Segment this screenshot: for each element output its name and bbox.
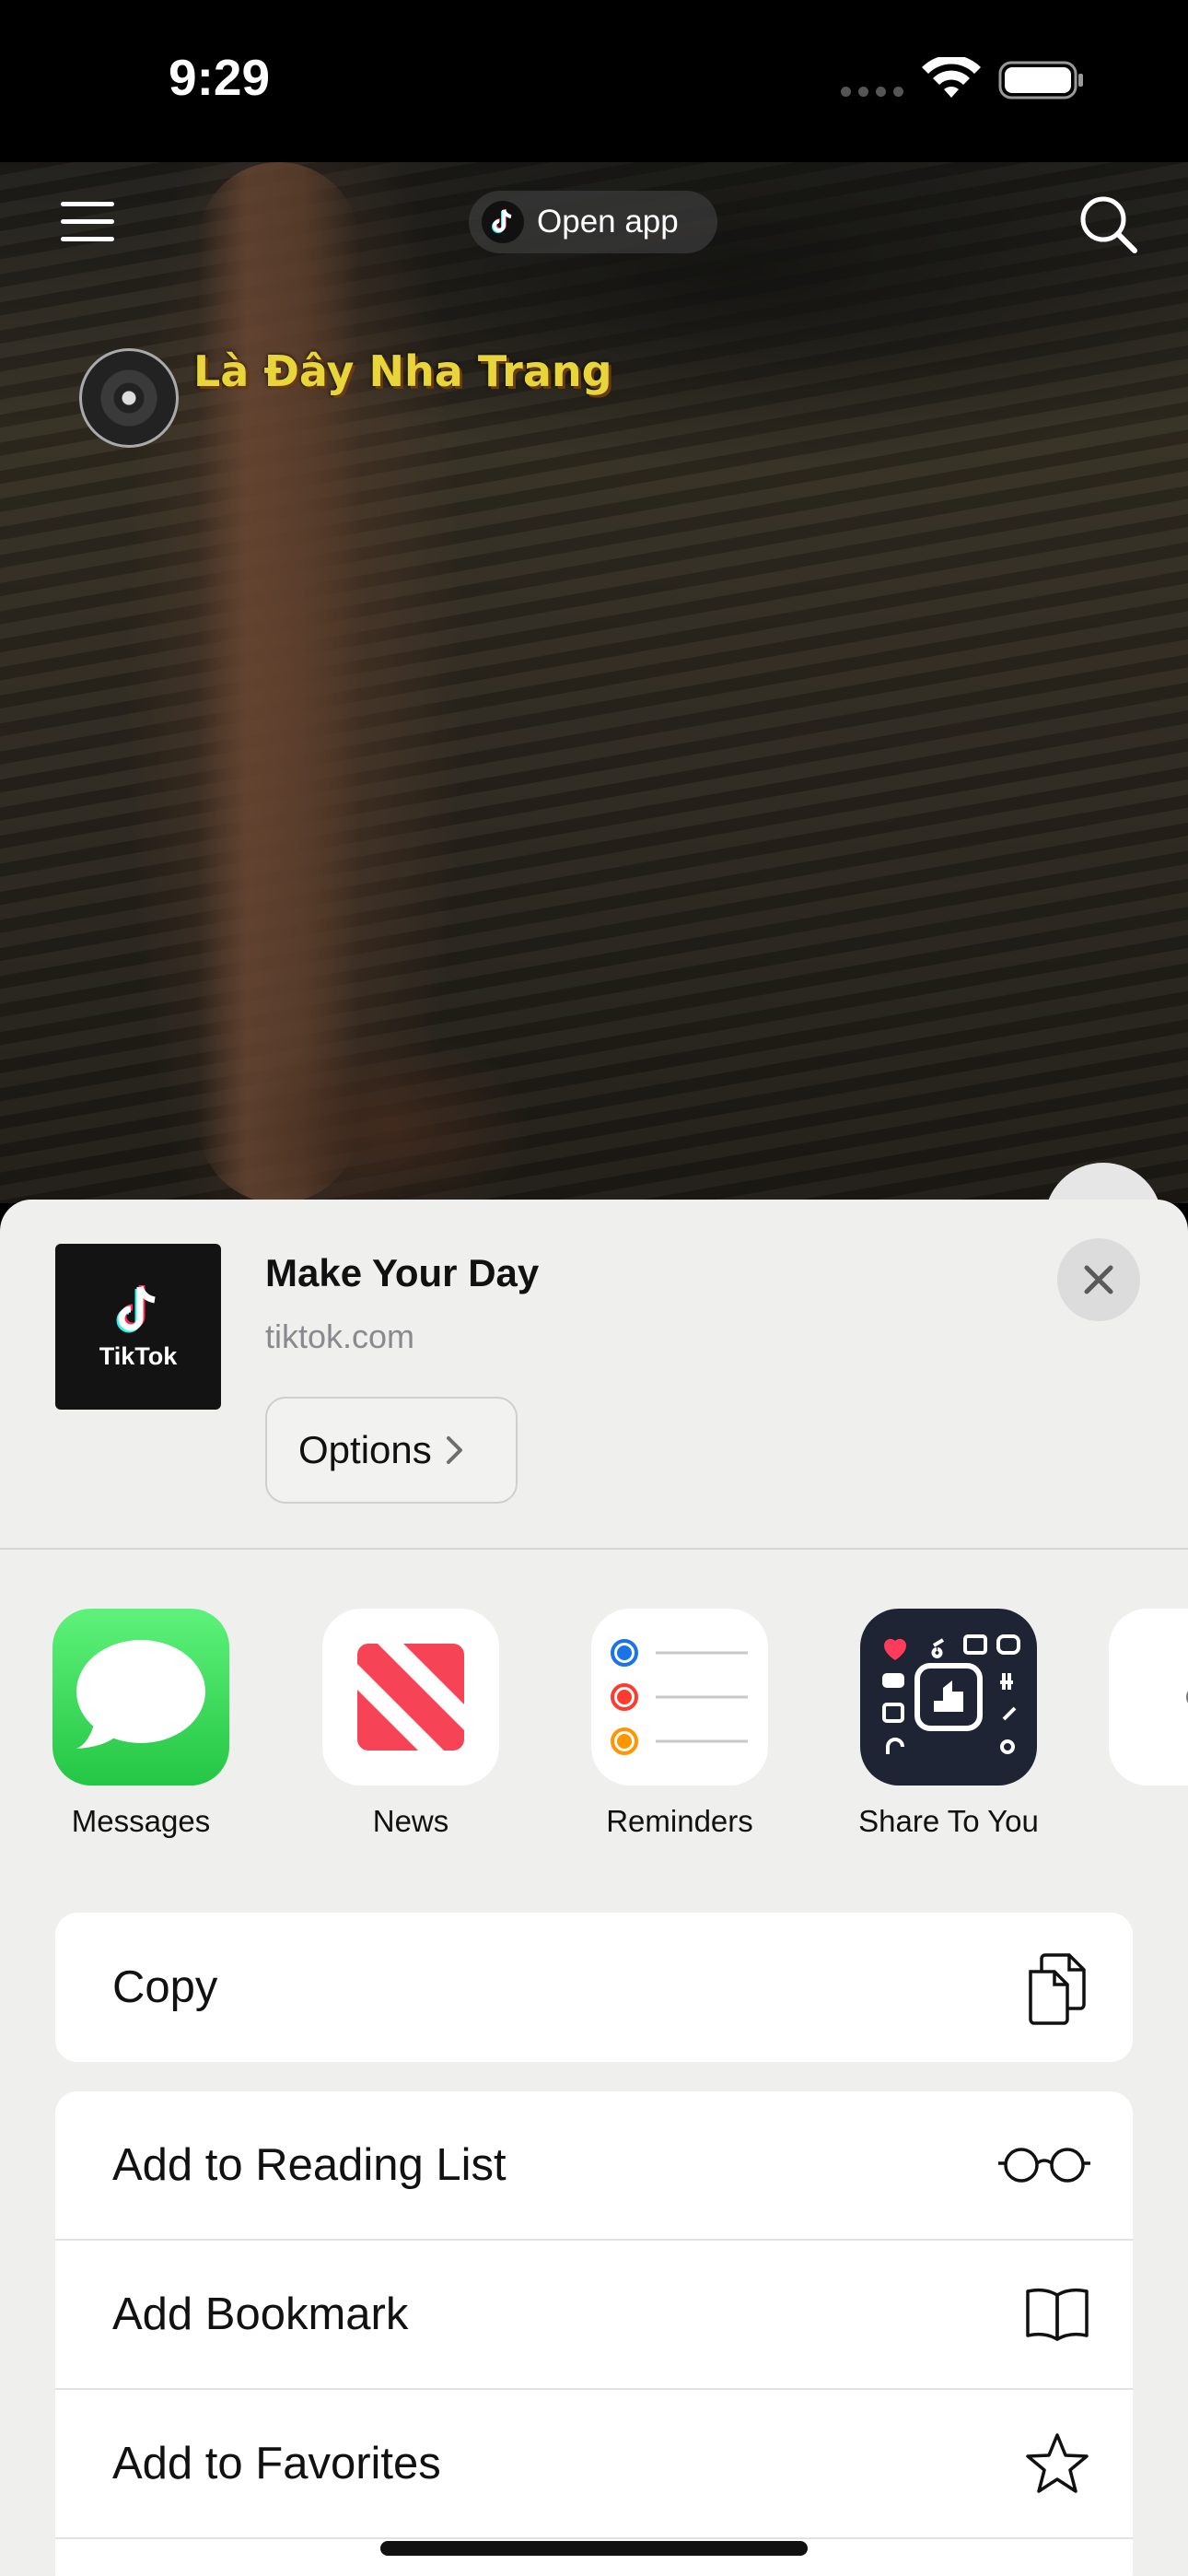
app-messages[interactable]: Messages: [30, 1609, 251, 1839]
app-label: News: [372, 1804, 449, 1838]
add-bookmark-label: Add Bookmark: [112, 2289, 409, 2339]
options-label: Options: [298, 1428, 432, 1471]
star-icon: [1022, 2429, 1092, 2499]
thumbnail-label: TikTok: [99, 1341, 178, 1370]
app-label: Share To You: [858, 1804, 1039, 1838]
tiktok-note-icon: [116, 1284, 156, 1332]
more-icon: [1109, 1609, 1188, 1786]
add-bookmark-action[interactable]: Add Bookmark: [55, 2241, 1133, 2390]
copy-group: Copy: [55, 1913, 1133, 2062]
share-to-you-icon: [860, 1609, 1037, 1786]
tiktok-logo-icon: [482, 201, 524, 243]
share-apps-row: Messages News Reminders Share To You: [0, 1609, 1188, 1848]
add-to-reading-list-action[interactable]: Add to Reading List: [55, 2091, 1133, 2241]
sound-title[interactable]: Là Đây Nha Trang: [193, 346, 612, 396]
battery-icon: [998, 61, 1083, 100]
copy-icon: [1022, 1952, 1092, 2025]
tiktok-thumbnail: TikTok: [55, 1244, 221, 1410]
share-domain: tiktok.com: [265, 1317, 415, 1355]
messages-icon: [52, 1609, 229, 1786]
video-player[interactable]: Open app Là Đây Nha Trang: [0, 162, 1188, 1203]
divider: [0, 1548, 1188, 1550]
glasses-icon: [996, 2130, 1092, 2200]
app-label: Messages: [71, 1804, 211, 1838]
open-app-label: Open app: [537, 204, 679, 240]
app-label: N: [1087, 1804, 1188, 1839]
add-to-reading-list-label: Add to Reading List: [112, 2140, 507, 2190]
hamburger-menu-icon[interactable]: [61, 202, 114, 242]
bookmark-actions-group: Add to Reading List Add Bookmark Add to …: [55, 2091, 1133, 2576]
home-indicator[interactable]: [380, 2541, 808, 2556]
share-sheet: TikTok Make Your Day tiktok.com Options …: [0, 1200, 1188, 2576]
reminders-icon: [591, 1609, 768, 1786]
open-app-button[interactable]: Open app: [469, 191, 717, 253]
copy-label: Copy: [112, 1962, 218, 2012]
status-time: 9:29: [169, 49, 271, 106]
add-to-favorites-action[interactable]: Add to Favorites: [55, 2390, 1133, 2539]
news-icon: [322, 1609, 499, 1786]
options-button[interactable]: Options: [265, 1397, 518, 1504]
app-label: Reminders: [606, 1804, 753, 1838]
wifi-icon: [922, 57, 981, 98]
search-icon[interactable]: [1077, 193, 1140, 256]
music-disc-icon[interactable]: [79, 348, 179, 448]
cellular-signal-icon: [841, 87, 903, 97]
app-more[interactable]: N: [1087, 1609, 1188, 1839]
close-icon: [1084, 1265, 1113, 1294]
status-bar: 9:29: [0, 0, 1188, 162]
close-button[interactable]: [1057, 1238, 1140, 1321]
share-title: Make Your Day: [265, 1251, 540, 1294]
app-reminders[interactable]: Reminders: [569, 1609, 790, 1839]
chevron-right-icon: [446, 1436, 462, 1464]
app-news[interactable]: News: [300, 1609, 521, 1839]
copy-action[interactable]: Copy: [55, 1913, 1133, 2062]
add-to-favorites-label: Add to Favorites: [112, 2439, 441, 2488]
book-icon: [1022, 2279, 1092, 2349]
app-share-to-you[interactable]: Share To You: [838, 1609, 1059, 1839]
